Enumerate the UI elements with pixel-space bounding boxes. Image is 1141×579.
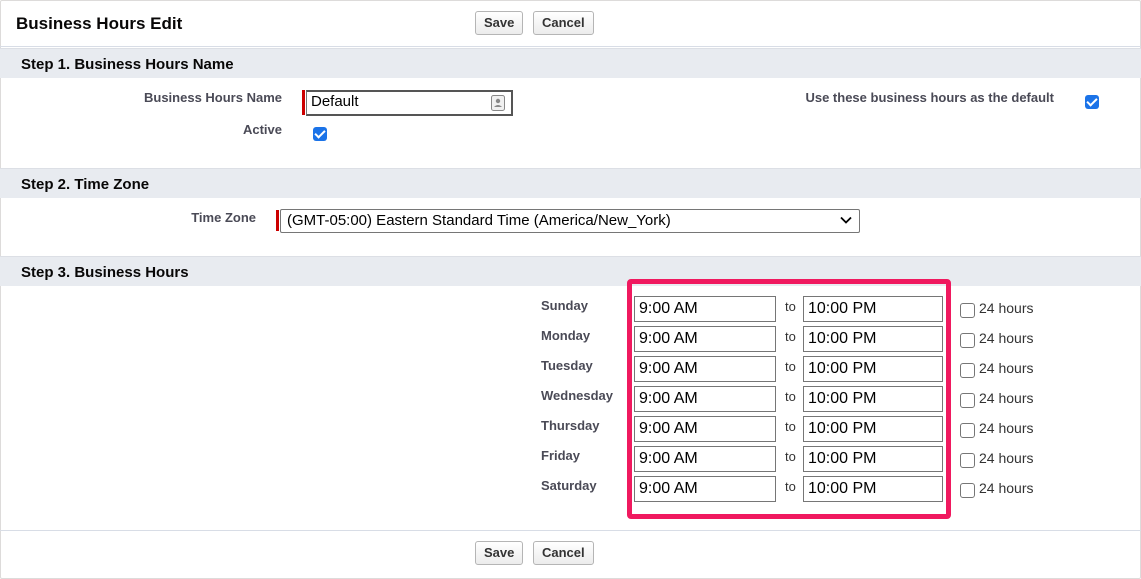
section-title: Step 3. Business Hours (21, 264, 189, 281)
time-zone-select[interactable]: (GMT-05:00) Eastern Standard Time (Ameri… (280, 209, 860, 233)
chevron-down-icon (840, 216, 852, 224)
section-header-step1: Step 1. Business Hours Name (0, 48, 1141, 78)
to-label: to (785, 449, 796, 464)
page-title: Business Hours Edit (16, 14, 183, 33)
end-time-input[interactable]: 10:00 PM (803, 386, 943, 412)
footer-save-button[interactable]: Save (475, 541, 524, 565)
end-time-input[interactable]: 10:00 PM (803, 446, 943, 472)
business-hours-name-label: Business Hours Name (144, 90, 282, 105)
default-hours-label: Use these business hours as the default (805, 90, 1054, 105)
to-label: to (785, 299, 796, 314)
all-day-label: 24 hours (979, 390, 1034, 406)
end-time-input[interactable]: 10:00 PM (803, 476, 943, 502)
header-divider (0, 46, 1141, 47)
cancel-button[interactable]: Cancel (533, 11, 594, 35)
start-time-input[interactable]: 9:00 AM (634, 476, 776, 502)
footer-divider (0, 530, 1141, 531)
all-day-checkbox[interactable] (960, 453, 975, 468)
end-time-input[interactable]: 10:00 PM (803, 326, 943, 352)
section-title: Step 1. Business Hours Name (21, 56, 234, 73)
end-time-input[interactable]: 10:00 PM (803, 356, 943, 382)
all-day-label: 24 hours (979, 420, 1034, 436)
all-day-checkbox[interactable] (960, 393, 975, 408)
start-time-input[interactable]: 9:00 AM (634, 446, 776, 472)
active-checkbox[interactable] (313, 127, 327, 141)
day-label: Sunday (541, 298, 588, 313)
time-zone-value: (GMT-05:00) Eastern Standard Time (Ameri… (287, 212, 671, 229)
to-label: to (785, 329, 796, 344)
active-label: Active (242, 122, 282, 137)
all-day-checkbox[interactable] (960, 423, 975, 438)
default-hours-checkbox[interactable] (1085, 95, 1099, 109)
business-hours-name-value: Default (311, 93, 359, 110)
end-time-input[interactable]: 10:00 PM (803, 296, 943, 322)
all-day-label: 24 hours (979, 360, 1034, 376)
contact-card-icon[interactable] (491, 95, 505, 111)
start-time-input[interactable]: 9:00 AM (634, 416, 776, 442)
all-day-label: 24 hours (979, 450, 1034, 466)
save-button[interactable]: Save (475, 11, 524, 35)
all-day-checkbox[interactable] (960, 333, 975, 348)
day-label: Monday (541, 328, 591, 343)
day-label: Saturday (541, 478, 597, 493)
section-header-step3: Step 3. Business Hours (0, 256, 1141, 286)
footer-cancel-button[interactable]: Cancel (533, 541, 594, 565)
start-time-input[interactable]: 9:00 AM (634, 326, 776, 352)
business-hours-name-input[interactable]: Default (306, 90, 513, 116)
time-zone-label: Time Zone (191, 210, 256, 225)
all-day-label: 24 hours (979, 330, 1034, 346)
day-label: Friday (541, 448, 581, 463)
required-indicator (276, 210, 279, 231)
end-time-input[interactable]: 10:00 PM (803, 416, 943, 442)
all-day-label: 24 hours (979, 300, 1034, 316)
start-time-input[interactable]: 9:00 AM (634, 296, 776, 322)
to-label: to (785, 419, 796, 434)
all-day-checkbox[interactable] (960, 363, 975, 378)
start-time-input[interactable]: 9:00 AM (634, 356, 776, 382)
day-label: Tuesday (541, 358, 593, 373)
all-day-label: 24 hours (979, 480, 1034, 496)
day-label: Wednesday (541, 388, 614, 403)
all-day-checkbox[interactable] (960, 483, 975, 498)
section-header-step2: Step 2. Time Zone (0, 168, 1141, 198)
section-title: Step 2. Time Zone (21, 176, 150, 193)
day-label: Thursday (541, 418, 600, 433)
to-label: to (785, 359, 796, 374)
required-indicator (302, 90, 305, 115)
start-time-input[interactable]: 9:00 AM (634, 386, 776, 412)
all-day-checkbox[interactable] (960, 303, 975, 318)
to-label: to (785, 479, 796, 494)
to-label: to (785, 389, 796, 404)
